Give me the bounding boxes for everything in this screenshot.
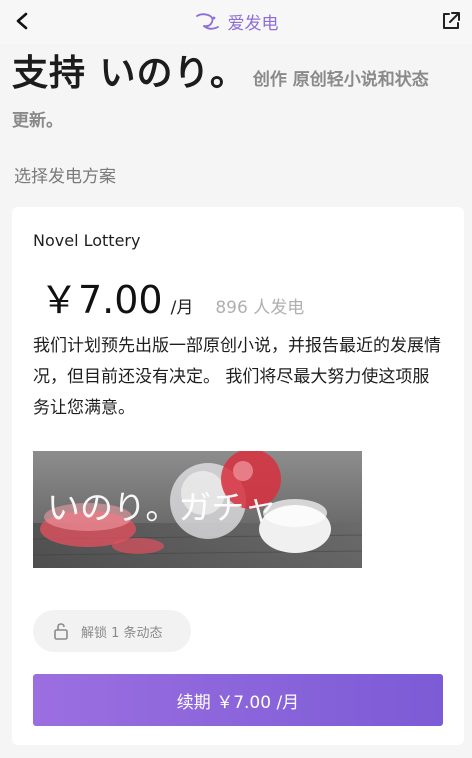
gacha-capsule-photo: いのり。ガチャ: [33, 451, 362, 568]
plan-price: ￥7.00: [40, 278, 163, 322]
brand: 爱发电: [0, 9, 472, 38]
brand-name: 爱发电: [227, 14, 279, 34]
top-bar: 爱发电: [0, 0, 472, 44]
supporter-count: 896 人发电: [215, 298, 305, 318]
creator-title: 支持 いのり。: [12, 53, 247, 94]
price-row: ￥7.00 /月 896 人发电: [40, 269, 304, 324]
unlock-label: 解锁 1 条动态: [81, 625, 163, 641]
page-title: 支持 いのり。 创作 原创轻小说和状态: [12, 48, 470, 106]
creator-subtitle-continued: 更新。: [12, 111, 63, 131]
unlock-posts-button[interactable]: 解锁 1 条动态: [33, 610, 191, 652]
renew-button[interactable]: 续期 ￥7.00 /月: [33, 674, 443, 726]
brand-logo-icon: [195, 12, 219, 30]
creator-subtitle: 创作 原创轻小说和状态: [252, 70, 429, 90]
share-external-icon[interactable]: [440, 10, 462, 32]
plan-banner-image: いのり。ガチャ: [33, 451, 362, 568]
lock-icon: [54, 623, 68, 640]
price-unit: /月: [170, 298, 194, 318]
banner-text: いのり。ガチャ: [47, 488, 277, 527]
plan-name: Novel Lottery: [33, 231, 141, 250]
plan-card[interactable]: Novel Lottery ￥7.00 /月 896 人发电 我们计划预先出版一…: [12, 207, 464, 745]
section-label: 选择发电方案: [14, 167, 116, 187]
plan-description: 我们计划预先出版一部原创小说，并报告最近的发展情况，但目前还没有决定。 我们将尽…: [33, 336, 441, 418]
